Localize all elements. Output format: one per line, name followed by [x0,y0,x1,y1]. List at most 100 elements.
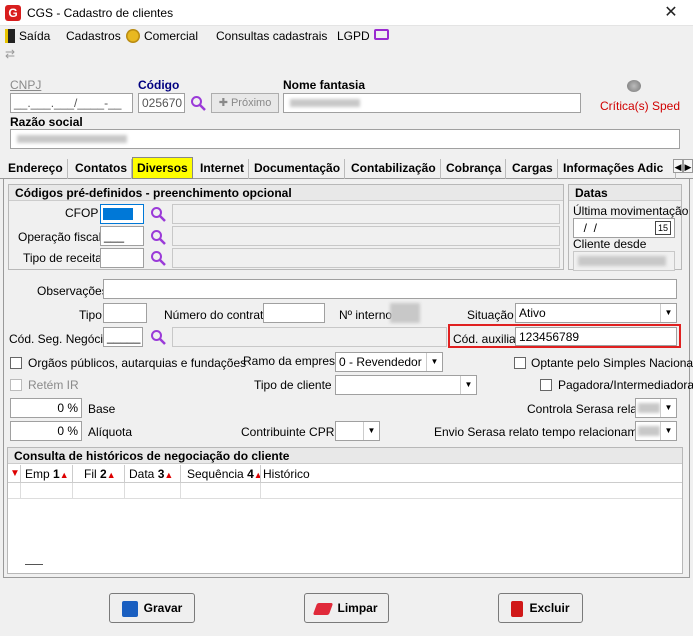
envio-serasa-label: Envio Serasa relato tempo relacionamento [434,425,661,439]
base-label: Base [88,402,116,416]
exit-icon [5,29,15,43]
menu-cadastros[interactable]: Cadastros [66,28,121,44]
ramo-empresa-label: Ramo da empresa [243,354,342,368]
ramo-empresa-value: 0 - Revendedor [339,355,422,369]
nome-fantasia-input[interactable] [283,93,581,113]
table-row[interactable] [8,483,682,499]
base-input[interactable]: 0 % [10,398,82,418]
redacted-text [638,426,660,436]
contribuinte-cprb-label: Contribuinte CPRB [241,425,343,439]
tab-contatos[interactable]: Contatos [71,159,132,179]
col-divider [124,465,125,483]
tab-bar: Endereço Contatos Diversos Internet Docu… [4,157,676,179]
cfop-label: CFOP [65,206,99,220]
situacao-select[interactable]: Ativo ▼ [515,303,677,323]
col-emp[interactable]: Emp 1▲ [25,467,69,482]
menu-lgpd[interactable]: LGPD [337,28,370,44]
codigo-input[interactable]: 025670 [138,93,185,113]
col-sequencia[interactable]: Sequência 4▲ [187,467,263,482]
eraser-icon [313,602,334,615]
sped-icon [627,80,641,92]
limpar-button[interactable]: Limpar [304,593,389,623]
tab-contabilizacao[interactable]: Contabilização [347,159,441,179]
cfop-input[interactable] [100,204,144,224]
sort-down-icon[interactable]: ▼ [10,468,20,479]
sort-up-icon: ▲ [59,470,69,480]
cfop-description [172,204,560,224]
menu-bar: Saída Cadastros Comercial Consultas cada… [0,26,693,48]
razao-social-input[interactable] [10,129,680,149]
optante-simples-checkbox[interactable] [514,357,526,369]
search-cfop-icon[interactable] [150,206,166,222]
contribuinte-cprb-select[interactable]: ▼ [335,421,380,441]
n-interno-label: Nº interno [339,308,393,322]
operacao-fiscal-input[interactable]: ___ [100,226,144,246]
codigos-panel-title: Códigos pré-definidos - preenchimento op… [9,185,563,201]
nome-fantasia-label: Nome fantasia [283,78,366,92]
cod-auxiliar-label: Cód. auxiliar [453,332,520,346]
tipo-label: Tipo [79,308,102,322]
plus-icon: ✚ [218,97,231,109]
proximo-button[interactable]: ✚ Próximo [211,93,279,113]
tipo-cliente-select[interactable]: ▼ [335,375,477,395]
menu-saida[interactable]: Saída [19,28,50,44]
col-data[interactable]: Data 3▲ [129,467,173,482]
aliquota-input[interactable]: 0 % [10,421,82,441]
calendar-icon[interactable]: 15 [655,221,671,235]
window-title: CGS - Cadastro de clientes [27,6,174,20]
tipo-receita-description [172,248,560,268]
toolbar-arrows-icon[interactable]: ⇄ [5,47,15,61]
serasa-relato-select[interactable]: ▼ [635,398,677,418]
retem-ir-checkbox[interactable] [10,379,22,391]
observacoes-input[interactable] [103,279,677,299]
search-tipo-receita-icon[interactable] [150,250,166,266]
cnpj-input[interactable]: __.___.___/____-__ [10,93,133,113]
search-cod-seg-icon[interactable] [150,329,166,345]
search-codigo-icon[interactable] [190,95,206,111]
tipo-receita-label: Tipo de receita [23,251,102,265]
sort-up-icon: ▲ [106,470,116,480]
monitor-icon[interactable] [374,29,389,40]
ultima-movimentacao-label: Última movimentação [573,204,689,218]
chevron-down-icon: ▼ [460,376,476,394]
cod-seg-negocio-input[interactable]: _____ [103,327,143,347]
tab-endereco[interactable]: Endereço [4,159,68,179]
orgaos-publicos-checkbox[interactable] [10,357,22,369]
tab-cargas[interactable]: Cargas [508,159,558,179]
menu-comercial[interactable]: Comercial [144,28,198,44]
criticas-sped-link[interactable]: Crítica(s) Sped [600,99,680,113]
menu-consultas-cadastrais[interactable]: Consultas cadastrais [216,28,327,44]
tipo-input[interactable] [103,303,147,323]
cliente-desde-label: Cliente desde [573,237,647,251]
app-logo-icon: G [5,5,21,21]
tab-scroll-right-icon[interactable]: ▶ [683,159,693,173]
tab-cobranca[interactable]: Cobrança [442,159,507,179]
historico-panel-title: Consulta de históricos de negociação do … [8,448,682,464]
cliente-desde-input [573,251,675,271]
scrollbar-handle[interactable] [25,564,43,565]
pagadora-checkbox[interactable] [540,379,552,391]
tab-informacoes-adicionais[interactable]: Informações Adic [559,159,676,179]
tipo-receita-input[interactable] [100,248,144,268]
tab-documentacao[interactable]: Documentação [250,159,346,179]
chevron-down-icon: ▼ [660,399,676,417]
tab-scroll-left-icon[interactable]: ◀ [673,159,683,173]
chevron-down-icon: ▼ [426,353,442,371]
save-icon [121,600,138,617]
chevron-down-icon: ▼ [660,304,676,322]
close-window-button[interactable]: ✕ [660,2,682,24]
gravar-button[interactable]: Gravar [109,593,195,623]
proximo-label: Próximo [230,97,272,109]
chevron-down-icon: ▼ [363,422,379,440]
tab-diversos[interactable]: Diversos [132,157,193,179]
numero-contrato-input[interactable] [263,303,325,323]
search-operacao-icon[interactable] [150,229,166,245]
cod-auxiliar-input[interactable]: 123456789 [515,327,677,346]
excluir-label: Excluir [529,601,570,615]
col-fil[interactable]: Fil 2▲ [84,467,116,482]
excluir-button[interactable]: Excluir [498,593,583,623]
ramo-empresa-select[interactable]: 0 - Revendedor ▼ [335,352,443,372]
tab-internet[interactable]: Internet [196,159,250,179]
envio-serasa-select[interactable]: ▼ [635,421,677,441]
col-historico[interactable]: Histórico [263,467,310,481]
